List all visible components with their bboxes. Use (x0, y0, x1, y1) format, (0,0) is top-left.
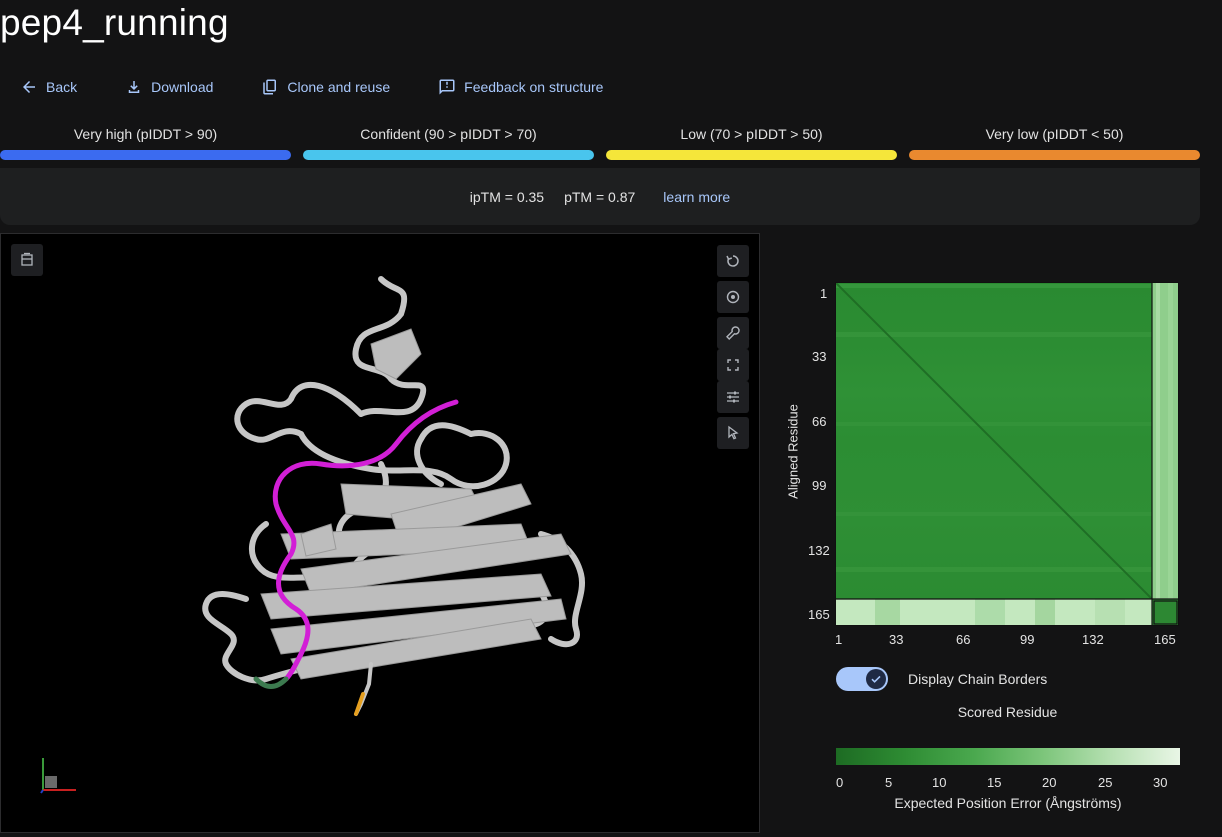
feedback-button[interactable]: Feedback on structure (438, 78, 603, 96)
x-tick: 99 (1020, 632, 1035, 647)
back-label: Back (46, 79, 78, 95)
legend-low: Low (70 > pIDDT > 50) (606, 126, 897, 160)
y-tick: 165 (808, 607, 830, 622)
colorbar-tick: 25 (1098, 775, 1113, 790)
learn-more-link[interactable]: learn more (663, 189, 730, 205)
legend-bar (909, 150, 1200, 160)
chain-borders-toggle[interactable] (836, 667, 888, 691)
legend-bar (303, 150, 594, 160)
y-tick: 99 (812, 478, 827, 493)
colorbar-tick: 0 (836, 775, 844, 790)
x-tick: 66 (956, 632, 971, 647)
pae-panel: 1 33 66 99 132 165 Aligned Residue 1 33 … (780, 270, 1200, 830)
x-tick: 1 (835, 632, 843, 647)
download-label: Download (151, 79, 214, 95)
legend-very-low: Very low (pIDDT < 50) (909, 126, 1200, 160)
legend-label: Low (70 > pIDDT > 50) (680, 126, 823, 142)
page-title: pep4_running (0, 2, 229, 43)
iptm-value: ipTM = 0.35 (469, 188, 545, 205)
ptm-value: pTM = 0.87 (564, 188, 636, 205)
colorbar-tick: 20 (1042, 775, 1057, 790)
legend-label: Very low (pIDDT < 50) (985, 126, 1124, 142)
metrics-bar: ipTM = 0.35 pTM = 0.87 learn more (0, 168, 1200, 225)
colorbar-tick: 5 (885, 775, 893, 790)
x-tick: 33 (889, 632, 904, 647)
y-tick: 66 (812, 414, 827, 429)
x-tick: 132 (1082, 632, 1104, 647)
y-tick: 1 (820, 286, 828, 301)
download-icon (128, 81, 140, 93)
colorbar-tick: 30 (1153, 775, 1168, 790)
clone-button[interactable]: Clone and reuse (261, 78, 390, 96)
y-tick: 132 (808, 543, 830, 558)
back-button[interactable]: Back (20, 78, 77, 96)
chain-borders-label: Display Chain Borders (908, 671, 1048, 687)
colorbar-label: Expected Position Error (Ångströms) (894, 795, 1122, 811)
y-tick: 33 (812, 349, 827, 364)
pae-heatmap[interactable] (835, 282, 1179, 626)
x-axis-label: Scored Residue (957, 704, 1058, 720)
legend-bar (0, 150, 291, 160)
feedback-label: Feedback on structure (464, 79, 604, 95)
protein-cartoon (40, 276, 586, 794)
chain-borders-toggle-row: Display Chain Borders (836, 667, 1047, 691)
arrow-left-icon (23, 81, 35, 93)
colorbar-tick: 15 (987, 775, 1002, 790)
pae-colorbar (836, 748, 1180, 765)
plddt-legend: Very high (pIDDT > 90) Confident (90 > p… (0, 126, 1200, 160)
legend-label: Very high (pIDDT > 90) (73, 126, 218, 142)
structure-viewer[interactable] (0, 233, 760, 833)
copy-icon (263, 79, 277, 95)
feedback-icon (439, 79, 455, 95)
check-icon (866, 669, 886, 689)
axis-triad (40, 758, 76, 794)
clone-label: Clone and reuse (287, 79, 391, 95)
y-axis-label: Aligned Residue (785, 404, 801, 499)
legend-confident: Confident (90 > pIDDT > 70) (303, 126, 594, 160)
legend-label: Confident (90 > pIDDT > 70) (360, 126, 537, 142)
x-tick: 165 (1154, 632, 1176, 647)
toolbar: Back Download Clone and reuse Feedback o… (20, 76, 651, 98)
legend-very-high: Very high (pIDDT > 90) (0, 126, 291, 160)
colorbar-tick: 10 (932, 775, 947, 790)
download-button[interactable]: Download (125, 78, 213, 96)
legend-bar (606, 150, 897, 160)
